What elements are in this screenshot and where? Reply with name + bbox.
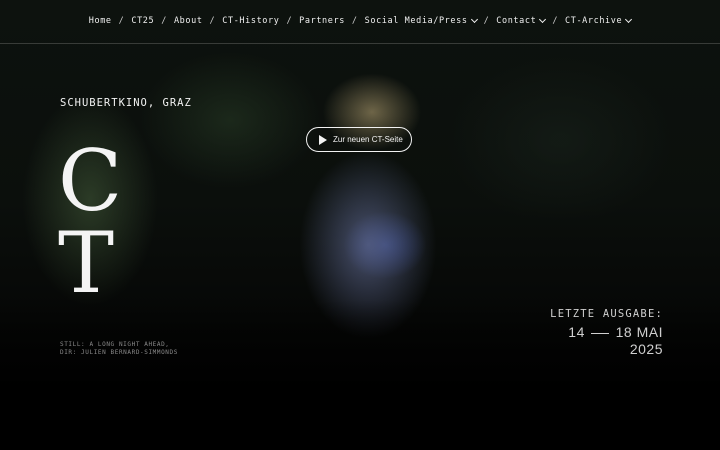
nav-separator: / <box>483 15 490 26</box>
chevron-down-icon <box>625 15 633 23</box>
edition-label: LETZTE AUSGABE: <box>550 308 663 320</box>
nav-item-partners[interactable]: Partners <box>299 16 345 26</box>
nav-item-label: Partners <box>299 15 345 26</box>
logo-letter-t: T <box>58 214 115 312</box>
date-dash <box>591 332 610 334</box>
nav-item-label: CT25 <box>131 15 155 26</box>
nav-list: Home / CT25 / About / CT-History / Partners / Soci… <box>89 15 633 26</box>
new-site-play-button[interactable]: Zur neuen CT-Seite <box>306 127 412 152</box>
nav-item-label: Social Media/Press <box>364 15 468 26</box>
nav-item-label: About <box>173 15 203 26</box>
main-navigation: Home / CT25 / About / CT-History / Partners / Soci… <box>0 0 720 44</box>
nav-separator: / <box>209 15 216 26</box>
nav-item-label: Contact <box>496 15 537 26</box>
edition-end-day: 18 MAI <box>615 324 663 340</box>
nav-item-home[interactable]: Home <box>89 16 112 26</box>
chevron-down-icon <box>539 15 547 23</box>
venue-label: SCHUBERTKINO, GRAZ <box>60 97 192 109</box>
edition-year: 2025 <box>629 341 663 357</box>
film-still-caption: STILL: A LONG NIGHT AHEAD, DIR: JULIEN B… <box>60 341 178 357</box>
caption-director: DIR: JULIEN BERNARD-SIMMONDS <box>60 349 178 356</box>
edition-start-day: 14 <box>568 324 585 340</box>
nav-item-social-media-press[interactable]: Social Media/Press <box>364 15 478 26</box>
nav-item-about[interactable]: About <box>174 16 203 26</box>
nav-separator: / <box>118 15 125 26</box>
nav-item-label: CT-History <box>222 15 280 26</box>
nav-item-label: Home <box>88 15 112 26</box>
play-button-label: Zur neuen CT-Seite <box>333 135 403 144</box>
nav-item-label: CT-Archive <box>565 15 623 26</box>
nav-separator: / <box>286 15 293 26</box>
nav-separator: / <box>552 15 559 26</box>
nav-item-contact[interactable]: Contact <box>496 15 547 26</box>
nav-separator: / <box>161 15 167 26</box>
nav-item-ct-history[interactable]: CT-History <box>222 16 279 26</box>
play-icon <box>319 134 327 145</box>
nav-separator: / <box>351 15 358 26</box>
last-edition-info: LETZTE AUSGABE: 14 18 MAI 2025 <box>550 308 663 357</box>
ct-logo[interactable]: C T <box>58 132 123 312</box>
nav-item-ct25[interactable]: CT25 <box>131 16 154 26</box>
chevron-down-icon <box>470 15 478 23</box>
caption-title: STILL: A LONG NIGHT AHEAD, <box>60 341 170 348</box>
logo-letter-c: C <box>58 132 123 230</box>
nav-item-ct-archive[interactable]: CT-Archive <box>565 15 633 26</box>
edition-dates: 14 18 MAI <box>550 324 663 340</box>
